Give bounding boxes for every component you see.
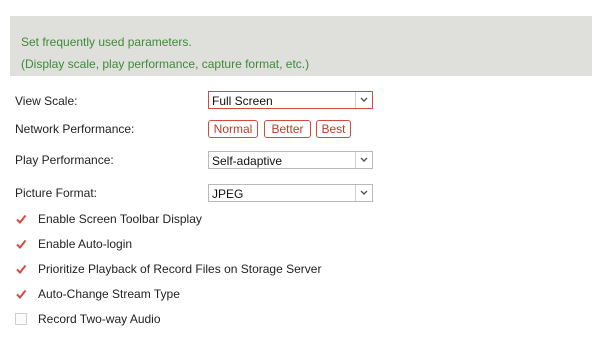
checkbox-checked-icon[interactable]	[15, 263, 27, 275]
auto-login-label: Enable Auto-login	[38, 237, 133, 251]
play-performance-value: Self-adaptive	[212, 154, 283, 168]
network-best-button[interactable]: Best	[316, 120, 351, 138]
record-two-way-audio-label: Record Two-way Audio	[38, 312, 161, 326]
checkbox-checked-icon[interactable]	[15, 213, 27, 225]
checkbox-unchecked-icon[interactable]	[15, 313, 27, 325]
info-line-2: (Display scale, play performance, captur…	[21, 57, 310, 71]
chevron-down-icon[interactable]	[355, 152, 372, 168]
network-performance-label: Network Performance:	[15, 122, 135, 136]
toolbar-display-label: Enable Screen Toolbar Display	[38, 212, 202, 226]
play-performance-select[interactable]: Self-adaptive	[208, 151, 373, 169]
play-performance-label: Play Performance:	[15, 153, 114, 167]
auto-change-stream-label: Auto-Change Stream Type	[38, 287, 180, 301]
picture-format-label: Picture Format:	[15, 186, 98, 200]
view-scale-label: View Scale:	[15, 94, 78, 108]
network-normal-button[interactable]: Normal	[208, 120, 258, 138]
checkbox-checked-icon[interactable]	[15, 238, 27, 250]
info-banner: Set frequently used parameters. (Display…	[10, 16, 592, 76]
view-scale-value: Full Screen	[212, 94, 273, 108]
picture-format-value: JPEG	[212, 187, 244, 201]
info-line-1: Set frequently used parameters.	[21, 35, 192, 49]
chevron-down-icon[interactable]	[355, 185, 372, 201]
chevron-down-icon[interactable]	[355, 92, 372, 108]
network-better-button[interactable]: Better	[264, 120, 311, 138]
prioritize-playback-label: Prioritize Playback of Record Files on S…	[38, 262, 322, 276]
checkbox-checked-icon[interactable]	[15, 288, 27, 300]
view-scale-select[interactable]: Full Screen	[208, 91, 373, 109]
picture-format-select[interactable]: JPEG	[208, 184, 373, 202]
